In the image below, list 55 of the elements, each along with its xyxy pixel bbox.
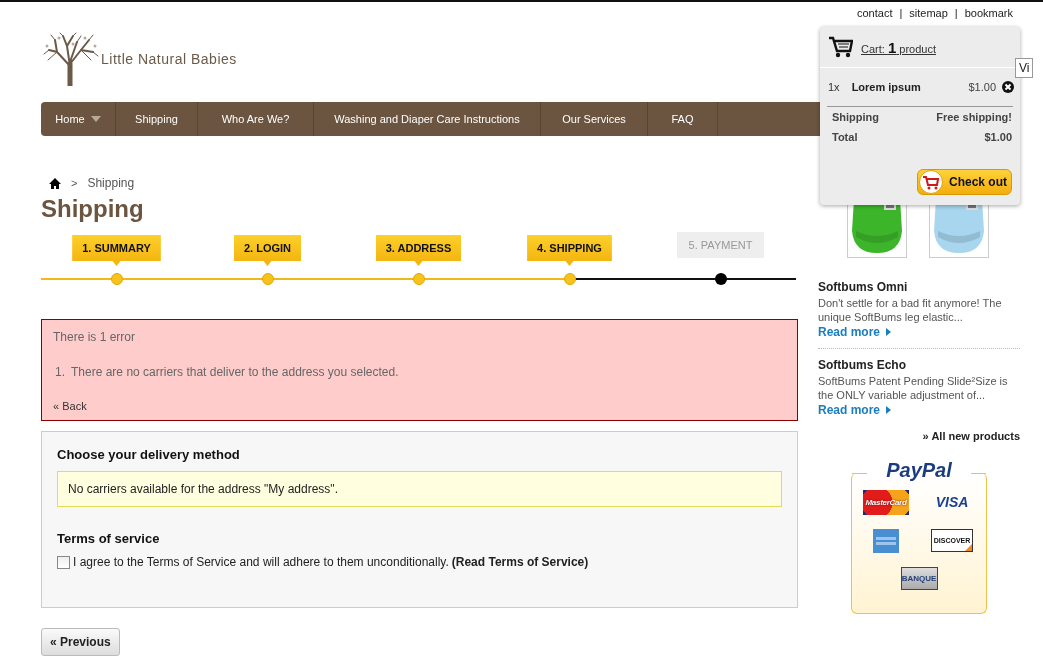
checkout-step: 5. PAYMENT [676,232,765,258]
product-title[interactable]: Softbums Omni [818,280,1020,294]
product-description: SoftBums Patent Pending Slide²Size is the ONLY variable adjustment of... [818,374,1009,402]
terms-label: I agree to the Terms of Service and will adhere to them unconditionally. [73,555,449,569]
section-title: Choose your delivery method [57,447,241,462]
logo-text[interactable]: Little Natural Babies [101,51,237,67]
tooltip: Vi [1015,58,1034,78]
shipping-value: Free shipping! [936,111,1012,123]
home-icon[interactable] [49,177,61,189]
header-link[interactable]: bookmark [964,7,1013,19]
nav-item[interactable]: Washing and Diaper Care Instructions [314,102,541,136]
nav-item[interactable]: Home [41,102,116,136]
section-title: Terms of service [57,531,161,546]
error-heading: There is 1 error [53,330,137,344]
breadcrumb-separator: > [71,177,78,189]
bank-logo: BANQUE [900,567,938,590]
amex-card-icon [873,529,899,553]
back-link[interactable]: « Back [53,400,87,412]
cart-icon [829,36,853,58]
cart-icon [919,170,943,194]
header-link[interactable]: sitemap [909,7,948,19]
list-number: 1. [55,365,65,379]
error-message: There are no carriers that deliver to the address you selected. [71,365,399,379]
read-more-link[interactable]: Read more [818,403,892,417]
caret-icon [886,328,892,336]
item-name[interactable]: Lorem ipsum [851,81,957,93]
nav-item[interactable]: FAQ [648,102,718,136]
cart-link[interactable]: Cart: 1 product [861,38,936,56]
breadcrumb-current: Shipping [87,176,135,190]
separator: | [954,7,958,19]
shipping-label: Shipping [832,111,880,123]
total-value: $1.00 [984,131,1012,143]
nav-item[interactable]: Who Are We? [198,102,314,136]
remove-icon[interactable] [1002,81,1014,93]
product-description: Don't settle for a bad fit anymore! The unique SoftBums leg elastic... [818,296,1003,324]
visa-logo: VISA [934,492,970,512]
terms-link[interactable]: (Read Terms of Service) [451,555,589,569]
nav-item[interactable]: Our Services [541,102,648,136]
page-title: Shipping [41,194,145,224]
read-more-link[interactable]: Read more [818,325,892,339]
total-label: Total [832,131,858,143]
item-price: $1.00 [968,81,996,93]
warning-message: No carriers available for the address "My address". [57,471,782,507]
header-link[interactable]: contact [857,7,893,19]
checkout-button[interactable]: Check out [917,169,1012,195]
all-products-link[interactable]: » All new products [922,430,1020,442]
previous-button[interactable]: « Previous [41,628,120,656]
tree-logo-icon [43,32,99,86]
caret-icon [886,406,892,414]
separator: | [899,7,903,19]
item-quantity: 1x [828,81,840,93]
nav-item[interactable]: Shipping [116,102,198,136]
terms-checkbox[interactable] [57,555,70,569]
paypal-logo: PayPal [885,459,953,482]
product-title[interactable]: Softbums Echo [818,358,1020,372]
